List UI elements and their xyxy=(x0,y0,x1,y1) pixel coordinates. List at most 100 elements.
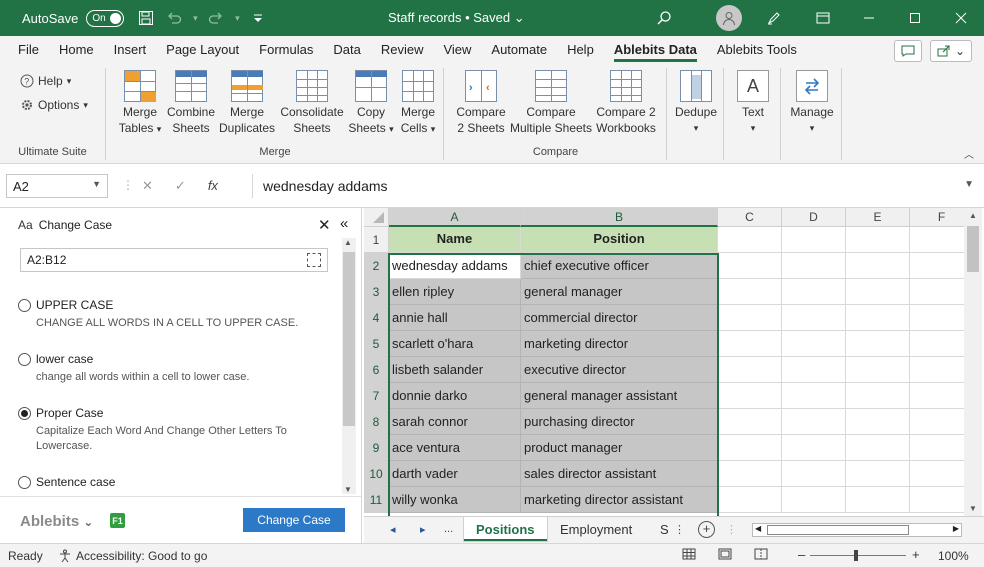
tab-file[interactable]: File xyxy=(8,36,49,64)
empty-cell[interactable] xyxy=(782,227,846,253)
redo-dropdown-icon[interactable]: ▾ xyxy=(230,4,244,32)
copy-sheets-button[interactable]: Copy Sheets ▾ xyxy=(347,70,395,137)
empty-cell[interactable] xyxy=(846,409,910,435)
zoom-out-button[interactable]: – xyxy=(798,547,805,562)
empty-cell[interactable] xyxy=(846,435,910,461)
empty-cell[interactable] xyxy=(846,461,910,487)
column-header[interactable]: C xyxy=(718,208,782,227)
undo-icon[interactable] xyxy=(160,4,188,32)
undo-dropdown-icon[interactable]: ▾ xyxy=(188,4,202,32)
empty-cell[interactable] xyxy=(846,383,910,409)
tab-ablebits-tools[interactable]: Ablebits Tools xyxy=(707,36,807,64)
tab-formulas[interactable]: Formulas xyxy=(249,36,323,64)
redo-icon[interactable] xyxy=(202,4,230,32)
title-chevron-icon[interactable]: ⌄ xyxy=(514,10,525,25)
select-all-corner[interactable] xyxy=(364,208,389,227)
normal-view-icon[interactable] xyxy=(682,547,696,563)
table-cell[interactable]: product manager xyxy=(521,435,718,461)
column-header[interactable]: D xyxy=(782,208,846,227)
empty-cell[interactable] xyxy=(782,331,846,357)
empty-cell[interactable] xyxy=(782,487,846,513)
column-header[interactable]: B xyxy=(521,208,718,227)
prev-sheet-icon[interactable]: ◂ xyxy=(390,523,396,536)
compare-2-workbooks-button[interactable]: Compare 2 Workbooks xyxy=(593,70,659,136)
formula-input[interactable]: wednesday addams ▼ xyxy=(252,174,978,198)
options-button[interactable]: Options ▾ xyxy=(20,98,88,112)
header-cell[interactable]: Name xyxy=(389,227,521,253)
customize-icon[interactable] xyxy=(244,4,272,32)
tab-ablebits-data[interactable]: Ablebits Data xyxy=(604,36,707,64)
empty-cell[interactable] xyxy=(718,487,782,513)
change-case-button[interactable]: Change Case xyxy=(243,508,345,532)
row-header[interactable]: 1 xyxy=(364,227,389,253)
table-cell[interactable]: general manager xyxy=(521,279,718,305)
empty-cell[interactable] xyxy=(846,357,910,383)
empty-cell[interactable] xyxy=(718,253,782,279)
accessibility-status[interactable]: Accessibility: Good to go xyxy=(58,549,207,563)
row-header[interactable]: 8 xyxy=(364,409,389,435)
tab-insert[interactable]: Insert xyxy=(104,36,157,64)
row-header[interactable]: 2 xyxy=(364,253,389,279)
table-cell[interactable]: commercial director xyxy=(521,305,718,331)
enter-icon[interactable]: ✓ xyxy=(175,178,186,194)
empty-cell[interactable] xyxy=(846,331,910,357)
pane-scroll-thumb[interactable] xyxy=(343,252,355,426)
table-cell[interactable]: willy wonka xyxy=(389,487,521,513)
range-input[interactable]: A2:B12 xyxy=(20,248,328,272)
search-icon[interactable] xyxy=(650,4,678,32)
table-cell[interactable]: wednesday addams xyxy=(389,253,521,279)
zoom-slider-knob[interactable] xyxy=(854,550,858,561)
table-cell[interactable]: donnie darko xyxy=(389,383,521,409)
maximize-icon[interactable] xyxy=(892,0,938,36)
empty-cell[interactable] xyxy=(718,435,782,461)
page-break-view-icon[interactable] xyxy=(754,547,768,563)
row-header[interactable]: 10 xyxy=(364,461,389,487)
consolidate-sheets-button[interactable]: Consolidate Sheets xyxy=(277,70,347,136)
row-header[interactable]: 3 xyxy=(364,279,389,305)
table-cell[interactable]: general manager assistant xyxy=(521,383,718,409)
row-header[interactable]: 9 xyxy=(364,435,389,461)
tab-page-layout[interactable]: Page Layout xyxy=(156,36,249,64)
row-header[interactable]: 7 xyxy=(364,383,389,409)
more-sheets-button[interactable]: ... xyxy=(444,523,453,535)
compare-2-sheets-button[interactable]: › ‹ Compare 2 Sheets xyxy=(451,70,511,136)
name-box[interactable]: A2 ▼ xyxy=(6,174,108,198)
column-header[interactable]: A xyxy=(389,208,521,227)
insert-function-icon[interactable]: fx xyxy=(208,178,218,194)
horizontal-scroll-thumb[interactable] xyxy=(767,525,909,535)
tab-review[interactable]: Review xyxy=(371,36,434,64)
empty-cell[interactable] xyxy=(782,435,846,461)
autosave-toggle[interactable]: On xyxy=(86,9,125,27)
merge-tables-button[interactable]: Merge Tables ▾ xyxy=(115,70,165,137)
row-header[interactable]: 6 xyxy=(364,357,389,383)
merge-duplicates-button[interactable]: Merge Duplicates xyxy=(217,70,277,136)
vertical-scroll-thumb[interactable] xyxy=(967,226,979,272)
pane-scrollbar[interactable]: ▲ ▼ xyxy=(342,238,356,494)
help-button[interactable]: ? Help ▾ xyxy=(20,74,71,88)
ablebits-logo[interactable]: Ablebits ⌄ xyxy=(20,513,93,530)
header-cell[interactable]: Position xyxy=(521,227,718,253)
table-cell[interactable]: executive director xyxy=(521,357,718,383)
table-cell[interactable]: annie hall xyxy=(389,305,521,331)
sheet-tab-positions[interactable]: Positions xyxy=(464,517,547,541)
empty-cell[interactable] xyxy=(782,357,846,383)
sheet-tab-employment[interactable]: Employment xyxy=(548,517,644,541)
empty-cell[interactable] xyxy=(782,383,846,409)
collapse-ribbon-icon[interactable]: ︿ xyxy=(964,146,974,161)
radio-lower-case[interactable] xyxy=(18,353,31,366)
dedupe-button[interactable]: Dedupe ▾ xyxy=(674,70,718,136)
next-sheet-icon[interactable]: ▸ xyxy=(420,523,426,536)
zoom-level[interactable]: 100% xyxy=(938,549,969,563)
text-button[interactable]: A Text ▾ xyxy=(733,70,773,136)
table-cell[interactable]: purchasing director xyxy=(521,409,718,435)
share-button[interactable]: ⌄ xyxy=(929,40,972,62)
empty-cell[interactable] xyxy=(718,305,782,331)
table-cell[interactable]: marketing director assistant xyxy=(521,487,718,513)
empty-cell[interactable] xyxy=(718,227,782,253)
radio-upper-case[interactable] xyxy=(18,299,31,312)
empty-cell[interactable] xyxy=(782,279,846,305)
compare-multiple-sheets-button[interactable]: Compare Multiple Sheets xyxy=(509,70,593,136)
zoom-slider[interactable] xyxy=(810,550,906,561)
table-cell[interactable]: scarlett o'hara xyxy=(389,331,521,357)
tab-automate[interactable]: Automate xyxy=(481,36,557,64)
